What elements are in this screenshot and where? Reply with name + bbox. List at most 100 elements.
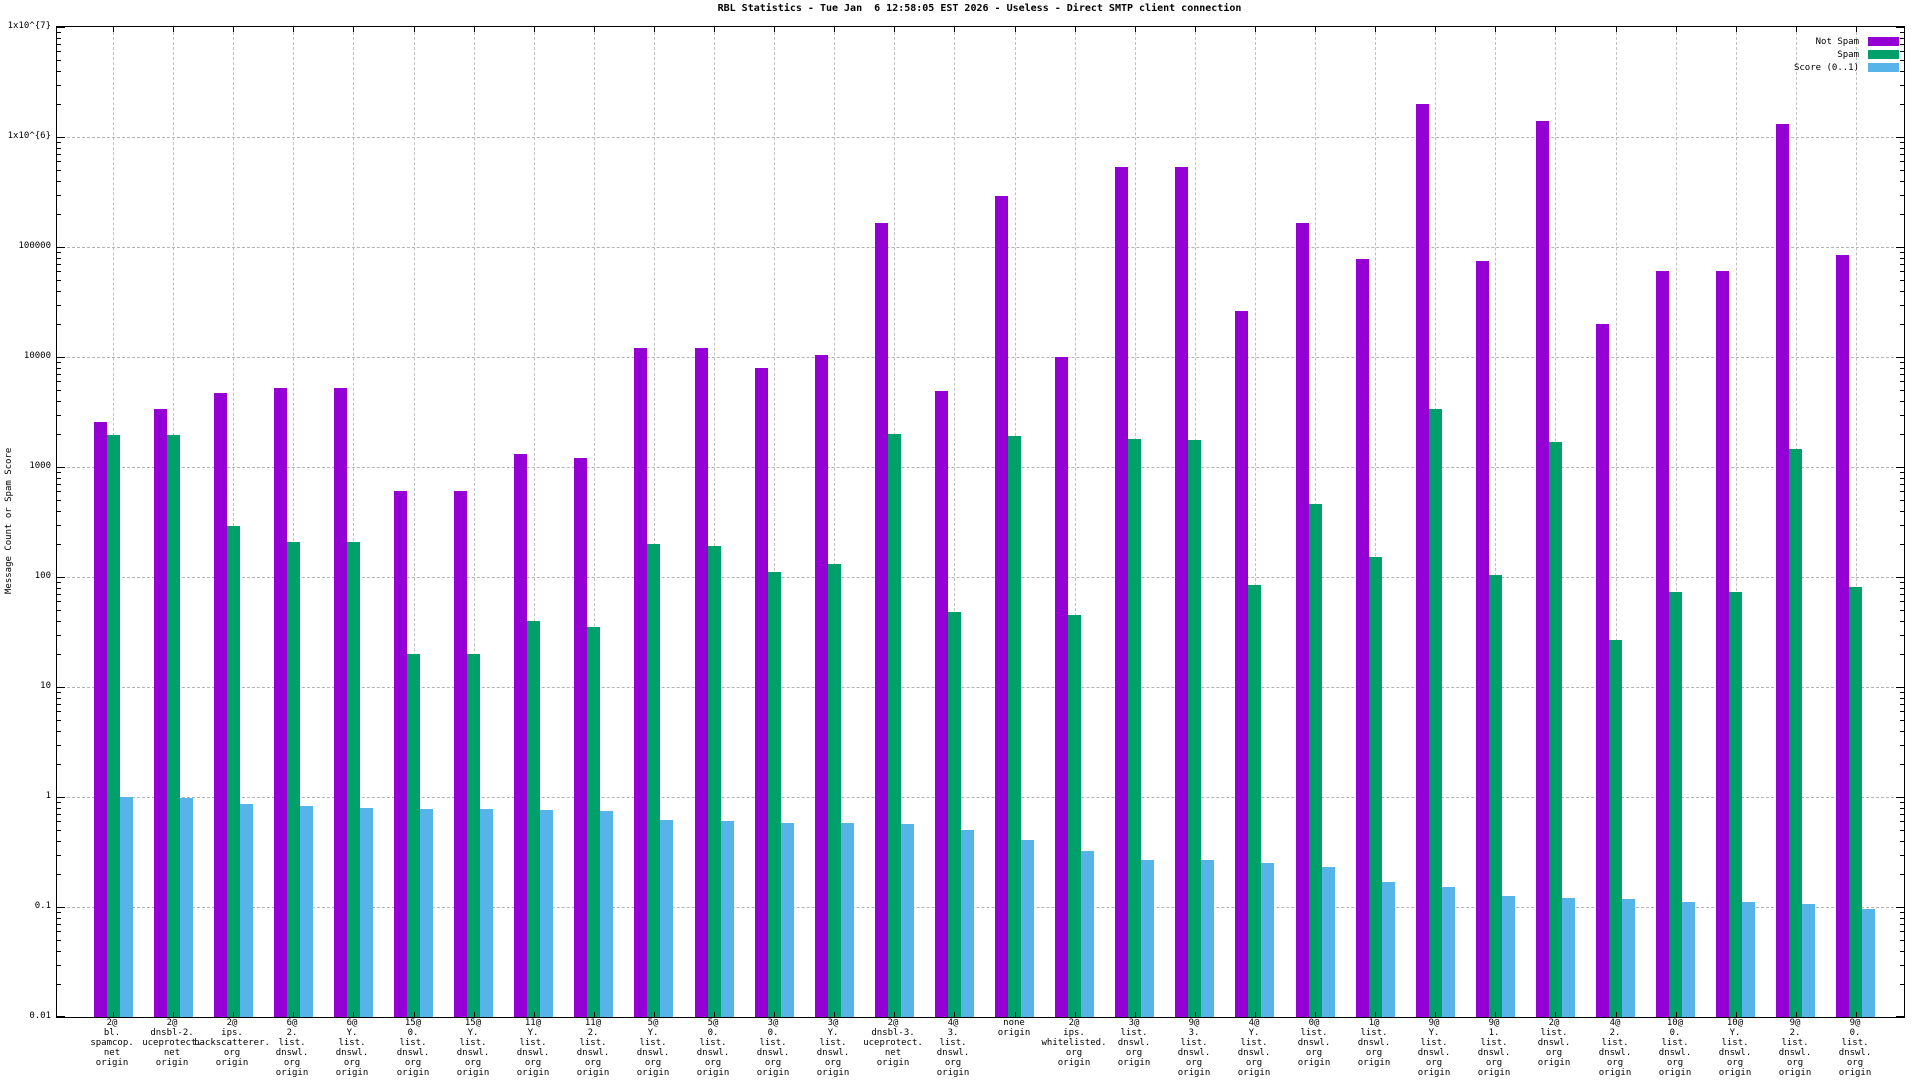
y-minor-tick: [1900, 940, 1904, 941]
y-minor-tick: [57, 951, 61, 952]
y-minor-tick: [57, 271, 61, 272]
y-major-tick: [57, 797, 65, 798]
y-minor-tick: [1900, 491, 1904, 492]
x-top-tick: [1075, 27, 1076, 32]
y-minor-tick: [1900, 918, 1904, 919]
bar-score-0-1: [1261, 863, 1274, 1017]
y-tick-label: 10: [1, 681, 51, 691]
y-minor-tick: [57, 181, 61, 182]
y-minor-tick: [57, 324, 61, 325]
y-minor-tick: [57, 965, 61, 966]
x-top-tick: [474, 27, 475, 32]
y-minor-tick: [1900, 484, 1904, 485]
y-tick-label: 1000: [1, 461, 51, 471]
y-major-tick: [1896, 687, 1904, 688]
y-minor-tick: [1900, 181, 1904, 182]
y-minor-tick: [1900, 588, 1904, 589]
y-minor-tick: [57, 525, 61, 526]
x-top-tick: [1676, 27, 1677, 32]
x-bottom-tick: [1676, 1012, 1677, 1017]
bar-spam: [1068, 615, 1081, 1017]
y-major-tick: [57, 577, 65, 578]
bar-spam: [1849, 587, 1862, 1017]
y-major-tick: [57, 467, 65, 468]
y-minor-tick: [1900, 214, 1904, 215]
y-minor-tick: [57, 698, 61, 699]
y-minor-tick: [1900, 104, 1904, 105]
y-major-tick: [1896, 247, 1904, 248]
y-minor-tick: [57, 931, 61, 932]
y-minor-tick: [57, 940, 61, 941]
bar-spam: [287, 542, 300, 1017]
legend-swatch: [1868, 37, 1899, 46]
x-bottom-tick: [1616, 1012, 1617, 1017]
y-minor-tick: [57, 601, 61, 602]
bar-score-0-1: [721, 821, 734, 1017]
y-minor-tick: [1900, 368, 1904, 369]
y-minor-tick: [57, 745, 61, 746]
y-tick-label: 0.01: [1, 1011, 51, 1021]
y-minor-tick: [1900, 704, 1904, 705]
bar-not-spam: [154, 409, 167, 1017]
bar-score-0-1: [1802, 904, 1815, 1017]
y-tick-label: 100000: [1, 241, 51, 251]
x-top-tick: [1495, 27, 1496, 32]
y-tick-label: 100: [1, 571, 51, 581]
x-top-tick: [1015, 27, 1016, 32]
bar-score-0-1: [1201, 860, 1214, 1017]
y-major-tick: [1896, 577, 1904, 578]
bar-score-0-1: [1442, 887, 1455, 1017]
y-minor-tick: [1900, 610, 1904, 611]
bar-spam: [888, 434, 901, 1017]
y-major-tick: [1896, 467, 1904, 468]
x-top-tick: [1555, 27, 1556, 32]
y-minor-tick: [1900, 390, 1904, 391]
bar-not-spam: [695, 348, 708, 1017]
bar-score-0-1: [1322, 867, 1335, 1017]
bar-not-spam: [1476, 261, 1489, 1017]
bar-not-spam: [454, 491, 467, 1017]
y-major-tick: [1896, 1016, 1904, 1017]
y-minor-tick: [57, 491, 61, 492]
y-minor-tick: [1900, 511, 1904, 512]
y-minor-tick: [57, 821, 61, 822]
x-bottom-tick: [774, 1012, 775, 1017]
y-minor-tick: [1900, 821, 1904, 822]
bar-spam: [1188, 440, 1201, 1017]
y-minor-tick: [1900, 362, 1904, 363]
bar-score-0-1: [1562, 898, 1575, 1017]
legend-entry: Spam: [1794, 48, 1899, 61]
y-minor-tick: [57, 654, 61, 655]
y-major-tick: [1896, 357, 1904, 358]
y-minor-tick: [57, 32, 61, 33]
x-top-tick: [1435, 27, 1436, 32]
bar-not-spam: [1055, 357, 1068, 1017]
bar-not-spam: [1656, 271, 1669, 1017]
y-minor-tick: [1900, 874, 1904, 875]
x-bottom-tick: [834, 1012, 835, 1017]
bar-spam: [167, 435, 180, 1017]
bar-score-0-1: [180, 798, 193, 1017]
y-tick-label: 1x10^{7}: [1, 21, 51, 31]
y-minor-tick: [1900, 258, 1904, 259]
y-minor-tick: [1900, 698, 1904, 699]
bar-spam: [467, 654, 480, 1017]
bar-score-0-1: [420, 809, 433, 1017]
y-minor-tick: [57, 104, 61, 105]
bar-spam: [587, 627, 600, 1017]
y-minor-tick: [57, 71, 61, 72]
y-minor-tick: [1900, 855, 1904, 856]
y-minor-tick: [57, 472, 61, 473]
x-bottom-tick: [173, 1012, 174, 1017]
bar-spam: [647, 544, 660, 1017]
y-minor-tick: [1900, 38, 1904, 39]
bar-spam: [1729, 592, 1742, 1017]
y-minor-tick: [57, 582, 61, 583]
bar-score-0-1: [1502, 896, 1515, 1017]
y-minor-tick: [57, 720, 61, 721]
x-top-tick: [654, 27, 655, 32]
x-top-tick: [594, 27, 595, 32]
y-minor-tick: [1900, 415, 1904, 416]
bar-not-spam: [94, 422, 107, 1017]
bar-spam: [1309, 504, 1322, 1017]
